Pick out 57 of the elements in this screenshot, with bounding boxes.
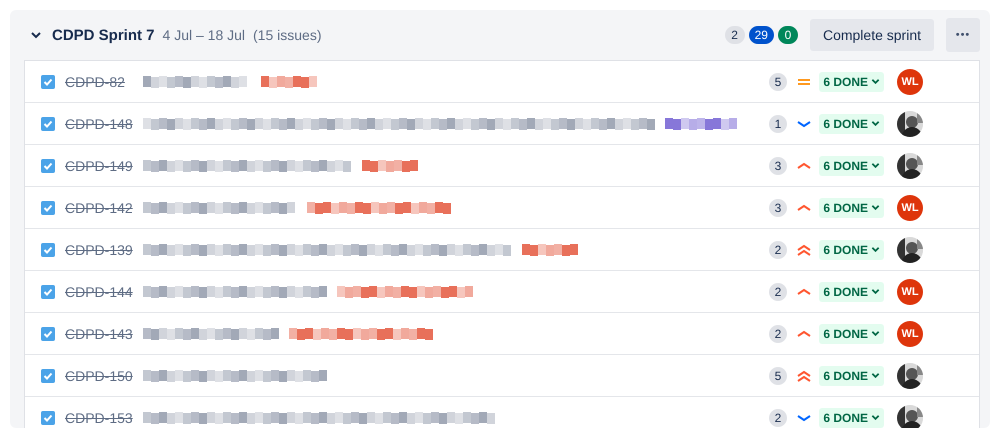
- issue-key[interactable]: CDPD-142: [65, 200, 139, 216]
- issue-key[interactable]: CDPD-148: [65, 116, 139, 132]
- caret-icon: [871, 203, 880, 212]
- status-dropdown[interactable]: 6 DONE: [819, 114, 884, 134]
- story-points: 5: [768, 366, 788, 384]
- story-points: 5: [768, 72, 788, 90]
- checkbox[interactable]: [41, 326, 55, 340]
- checkbox[interactable]: [41, 74, 55, 88]
- avatar: WL: [897, 68, 923, 94]
- status-dropdown[interactable]: 6 DONE: [819, 324, 884, 344]
- caret-icon: [871, 413, 880, 422]
- status-dropdown[interactable]: 6 DONE: [819, 366, 884, 386]
- issue-key[interactable]: CDPD-153: [65, 410, 139, 426]
- points-badge: 2: [724, 26, 745, 44]
- issue-key[interactable]: CDPD-150: [65, 368, 139, 384]
- caret-icon: [871, 161, 880, 170]
- status-dropdown[interactable]: 6 DONE: [819, 282, 884, 302]
- story-points: 2: [768, 282, 788, 300]
- issue-key[interactable]: CDPD-144: [65, 284, 139, 300]
- story-points: 2: [768, 408, 788, 426]
- issue-key[interactable]: CDPD-139: [65, 242, 139, 258]
- issue-key[interactable]: CDPD-149: [65, 158, 139, 174]
- avatar: WL: [897, 278, 923, 304]
- story-points: 3: [768, 156, 788, 174]
- checkbox[interactable]: [41, 410, 55, 424]
- sprint-dates: 4 Jul – 18 Jul: [162, 27, 246, 43]
- issue-key[interactable]: CDPD-143: [65, 326, 139, 342]
- checkbox[interactable]: [41, 116, 55, 130]
- checkbox[interactable]: [41, 284, 55, 298]
- story-points: 2: [768, 324, 788, 342]
- complete-sprint-button[interactable]: Complete sprint: [810, 19, 934, 51]
- caret-icon: [871, 245, 880, 254]
- checkbox[interactable]: [41, 158, 55, 172]
- caret-icon: [871, 329, 880, 338]
- points-badge: 0: [778, 26, 798, 44]
- checkbox[interactable]: [41, 242, 55, 256]
- status-dropdown[interactable]: 6 DONE: [819, 72, 884, 92]
- checkbox[interactable]: [41, 368, 55, 382]
- caret-icon: [871, 77, 880, 86]
- status-dropdown[interactable]: 6 DONE: [819, 408, 884, 428]
- story-points: 2: [768, 240, 788, 258]
- points-badge: 29: [748, 26, 774, 44]
- sprint-name: CDPD Sprint 7: [52, 26, 155, 44]
- checkbox[interactable]: [41, 200, 55, 214]
- caret-icon: [871, 119, 880, 128]
- more-button[interactable]: •••: [946, 18, 980, 52]
- issue-count: (15 issues): [253, 27, 322, 43]
- caret-icon: [871, 287, 880, 296]
- story-points: 1: [768, 114, 788, 132]
- issue-key[interactable]: CDPD-82: [65, 74, 139, 90]
- status-dropdown[interactable]: 6 DONE: [819, 198, 884, 218]
- story-points: 3: [768, 198, 788, 216]
- status-dropdown[interactable]: 6 DONE: [819, 240, 884, 260]
- status-dropdown[interactable]: 6 DONE: [819, 156, 884, 176]
- avatar: WL: [897, 320, 923, 346]
- caret-icon: [871, 371, 880, 380]
- avatar: WL: [897, 194, 923, 220]
